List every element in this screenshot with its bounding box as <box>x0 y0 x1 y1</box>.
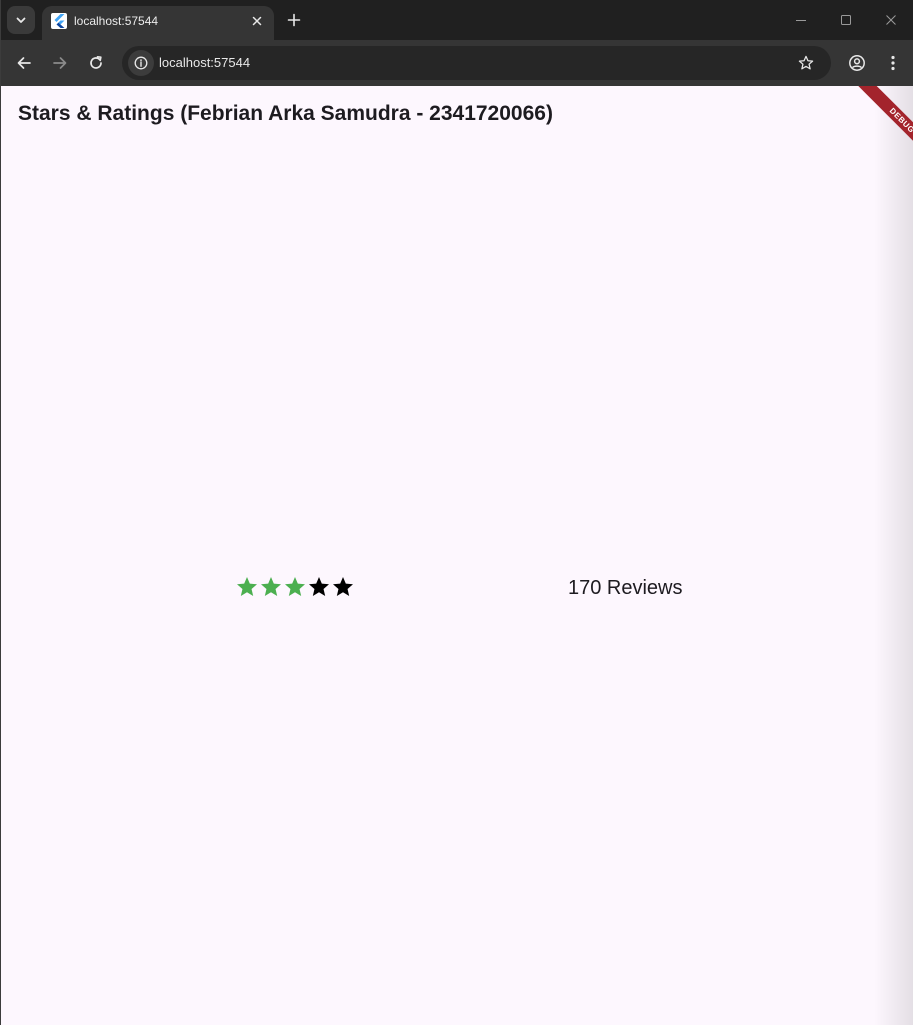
tab-strip: localhost:57544 <box>1 0 913 40</box>
reviews-count: 170 Reviews <box>568 577 683 599</box>
flutter-icon <box>51 13 67 29</box>
browser-tab[interactable]: localhost:57544 <box>42 6 274 40</box>
star-icon <box>333 577 353 596</box>
star-icon <box>237 577 257 596</box>
star-rating <box>235 575 355 599</box>
window-close-icon[interactable] <box>879 8 903 32</box>
maximize-icon[interactable] <box>834 8 858 32</box>
star-icon <box>309 577 329 596</box>
profile-icon[interactable] <box>843 49 871 77</box>
bookmark-star-icon[interactable] <box>794 51 818 75</box>
reload-icon[interactable] <box>82 49 110 77</box>
url-text[interactable]: localhost:57544 <box>159 56 250 70</box>
close-icon[interactable] <box>248 12 266 30</box>
chevron-down-icon[interactable] <box>7 6 35 34</box>
edge-shadow <box>874 86 913 1025</box>
browser-toolbar: localhost:57544 <box>1 40 913 86</box>
app-page: Stars & Ratings (Febrian Arka Samudra - … <box>2 86 913 1025</box>
kebab-menu-icon[interactable] <box>879 49 907 77</box>
tab-title: localhost:57544 <box>74 14 159 28</box>
page-title: Stars & Ratings (Febrian Arka Samudra - … <box>18 102 553 125</box>
minimize-icon[interactable] <box>789 8 813 32</box>
browser-window: localhost:57544 localhost:57544 Stars & … <box>0 0 913 1025</box>
back-arrow-icon[interactable] <box>10 49 38 77</box>
info-icon[interactable] <box>128 50 154 76</box>
address-bar[interactable]: localhost:57544 <box>122 46 831 80</box>
plus-icon[interactable] <box>282 8 306 32</box>
forward-arrow-icon[interactable] <box>46 49 74 77</box>
star-icon <box>285 577 305 596</box>
star-icon <box>261 577 281 596</box>
